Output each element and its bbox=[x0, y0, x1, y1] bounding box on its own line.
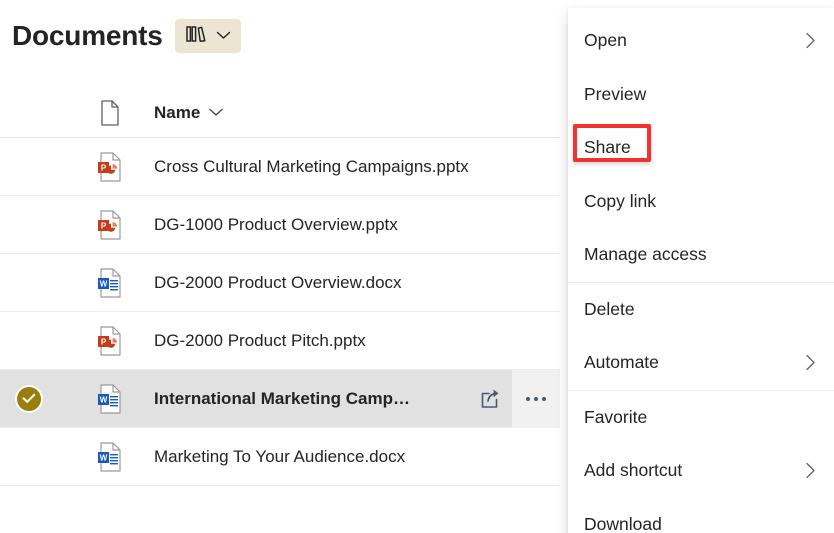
column-header-name-label: Name bbox=[154, 102, 201, 122]
svg-text:P: P bbox=[101, 163, 107, 172]
sharepoint-document-library: Documents Name P Cross Cultural Marketin… bbox=[0, 0, 834, 533]
context-menu-item-label: Preview bbox=[584, 83, 647, 104]
svg-text:W: W bbox=[100, 395, 108, 404]
file-name-link[interactable]: International Marketing Camp… bbox=[154, 389, 468, 409]
context-menu-item[interactable]: Download bbox=[568, 498, 834, 533]
context-menu-item-label: Download bbox=[584, 513, 662, 533]
file-list: P Cross Cultural Marketing Campaigns.pptx… bbox=[0, 138, 560, 486]
chevron-down-icon bbox=[208, 104, 224, 122]
word-file-icon: W bbox=[88, 441, 132, 472]
context-menu-item[interactable]: Delete bbox=[568, 283, 834, 337]
context-menu-item-label: Open bbox=[584, 30, 627, 51]
chevron-down-icon bbox=[216, 27, 231, 45]
chevron-right-icon bbox=[805, 462, 816, 479]
file-context-menu: Open Preview Share Copy link Manage access De… bbox=[568, 8, 834, 533]
context-menu-item[interactable]: Copy link bbox=[568, 175, 834, 229]
books-icon bbox=[185, 24, 209, 49]
file-name-link[interactable]: DG-1000 Product Overview.pptx bbox=[154, 215, 560, 235]
context-menu-item[interactable]: Preview bbox=[568, 68, 834, 122]
table-row[interactable]: P DG-1000 Product Overview.pptx bbox=[0, 196, 560, 254]
table-row[interactable]: W International Marketing Camp… bbox=[0, 369, 560, 428]
context-menu-item-label: Manage access bbox=[584, 244, 707, 265]
context-menu-item[interactable]: Add shortcut bbox=[568, 444, 834, 498]
context-menu-item[interactable]: Manage access bbox=[568, 228, 834, 282]
powerpoint-file-icon: P bbox=[88, 151, 132, 182]
check-circle-icon[interactable] bbox=[17, 386, 41, 411]
svg-text:P: P bbox=[101, 337, 107, 346]
powerpoint-file-icon: P bbox=[88, 325, 132, 356]
word-file-icon: W bbox=[88, 383, 132, 414]
file-name-link[interactable]: Cross Cultural Marketing Campaigns.pptx bbox=[154, 157, 560, 177]
row-select-checkbox[interactable] bbox=[0, 386, 58, 411]
chevron-right-icon bbox=[805, 32, 816, 49]
context-menu-item-label: Favorite bbox=[584, 406, 648, 427]
chevron-right-icon bbox=[805, 354, 816, 371]
context-menu-item[interactable]: Automate bbox=[568, 336, 834, 390]
table-row[interactable]: P Cross Cultural Marketing Campaigns.pptx bbox=[0, 138, 560, 196]
svg-text:W: W bbox=[100, 453, 108, 462]
file-name-link[interactable]: DG-2000 Product Pitch.pptx bbox=[154, 331, 560, 351]
table-row[interactable]: P DG-2000 Product Pitch.pptx bbox=[0, 312, 560, 370]
context-menu-item-label: Add shortcut bbox=[584, 460, 683, 481]
share-icon[interactable] bbox=[468, 370, 512, 428]
context-menu-item[interactable]: Open bbox=[568, 14, 834, 68]
table-row[interactable]: W Marketing To Your Audience.docx bbox=[0, 428, 560, 486]
context-menu-item-label: Copy link bbox=[584, 190, 656, 211]
svg-text:P: P bbox=[101, 221, 107, 230]
more-options-icon[interactable] bbox=[512, 369, 560, 428]
svg-text:W: W bbox=[100, 279, 108, 288]
powerpoint-file-icon: P bbox=[88, 209, 132, 240]
table-row[interactable]: W DG-2000 Product Overview.docx bbox=[0, 254, 560, 312]
column-header-name[interactable]: Name bbox=[154, 103, 224, 123]
context-menu-item-label: Share bbox=[584, 137, 631, 158]
library-header: Documents bbox=[0, 0, 560, 72]
context-menu-item-label: Delete bbox=[584, 298, 635, 319]
context-menu-item-label: Automate bbox=[584, 352, 659, 373]
word-file-icon: W bbox=[88, 267, 132, 298]
page-title: Documents bbox=[12, 20, 163, 51]
column-header-row: Name bbox=[0, 88, 560, 138]
file-name-link[interactable]: DG-2000 Product Overview.docx bbox=[154, 273, 560, 293]
library-switcher-button[interactable] bbox=[174, 19, 241, 53]
context-menu-item[interactable]: Favorite bbox=[568, 391, 834, 445]
document-icon[interactable] bbox=[88, 99, 132, 126]
context-menu-item[interactable]: Share bbox=[568, 121, 834, 175]
file-name-link[interactable]: Marketing To Your Audience.docx bbox=[154, 447, 560, 467]
